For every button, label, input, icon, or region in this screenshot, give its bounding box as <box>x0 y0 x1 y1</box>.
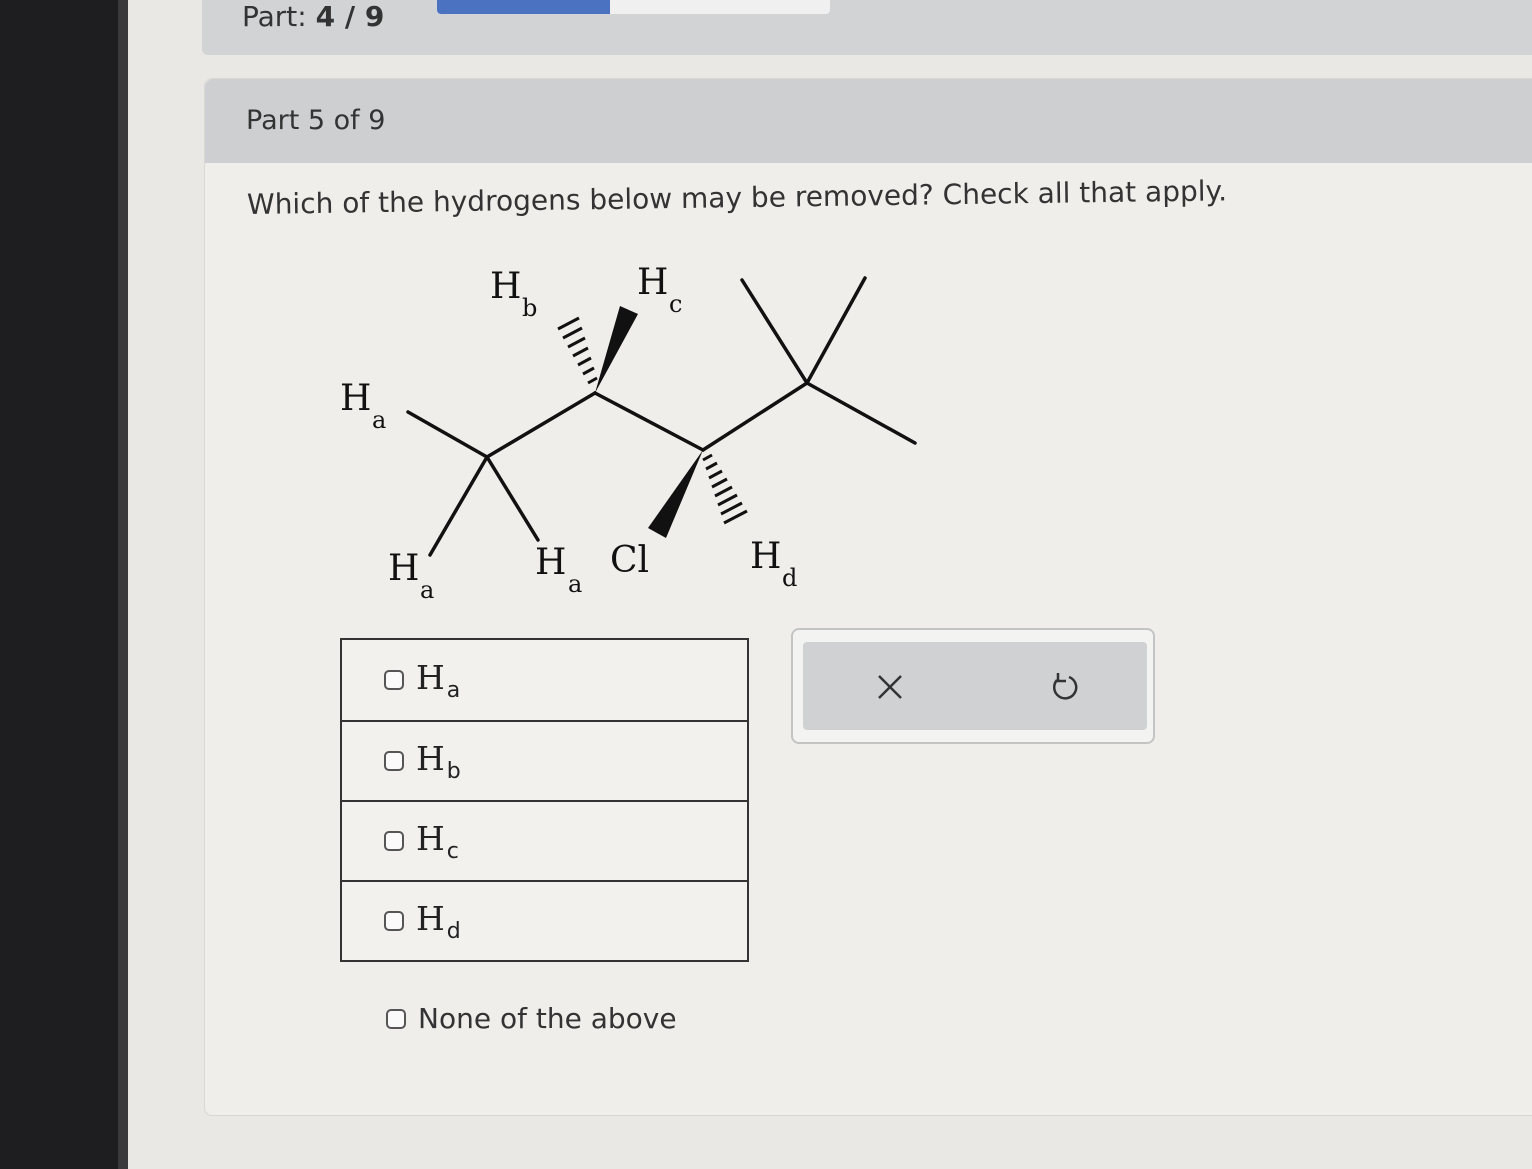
option-hc-sub: c <box>446 838 459 864</box>
bond-c4-methyl-2 <box>805 276 867 385</box>
label-hb-sub: b <box>522 294 537 322</box>
bond-c3-c4 <box>701 381 809 452</box>
option-hd[interactable]: Hd <box>342 880 747 960</box>
option-hc-letter: H <box>416 818 445 858</box>
label-ha-lower-sub: a <box>568 570 582 598</box>
option-hc-label: Hc <box>416 819 459 864</box>
undo-button[interactable] <box>1039 662 1089 712</box>
checkbox-hb[interactable] <box>384 751 404 771</box>
hash-bond-hd <box>702 453 748 525</box>
bond-c1-c2 <box>485 391 597 459</box>
progress-fill <box>437 0 610 14</box>
option-ha-letter: H <box>416 657 445 697</box>
option-none-label: None of the above <box>418 1002 677 1035</box>
label-hc-sub: c <box>669 290 682 318</box>
label-ha-lower-left: H <box>388 548 419 589</box>
part-progress-bar: Part: 4 / 9 <box>202 0 1532 55</box>
card-header: Part 5 of 9 <box>205 79 1532 163</box>
option-ha[interactable]: Ha <box>342 640 747 720</box>
wedge-bond-cl <box>648 450 703 538</box>
label-hb: H <box>490 266 521 307</box>
option-ha-label: Ha <box>416 658 460 703</box>
option-hd-letter: H <box>416 898 445 938</box>
hash-bond-hb <box>557 316 598 385</box>
options-table: Ha Hb Hc Hd <box>340 638 749 962</box>
monitor-bezel <box>0 0 125 1169</box>
part-label-value: 4 / 9 <box>315 0 385 33</box>
option-hd-label: Hd <box>416 899 461 944</box>
molecule-structure: H b H c H a H a H a Cl H d <box>340 262 917 604</box>
option-hb-sub: b <box>446 758 461 784</box>
checkbox-ha[interactable] <box>384 670 404 690</box>
bond-c1-ha-lower-left <box>428 455 489 557</box>
close-icon <box>878 675 902 699</box>
label-hd: H <box>750 536 781 577</box>
option-hd-sub: d <box>446 918 461 944</box>
label-ha-left-sub: a <box>372 406 386 434</box>
option-hb-letter: H <box>416 738 445 778</box>
checkbox-hd[interactable] <box>384 911 404 931</box>
undo-icon <box>1052 673 1078 700</box>
label-ha-lower-left-sub: a <box>420 576 434 604</box>
label-hc: H <box>637 262 668 303</box>
wedge-bond-hc <box>595 306 638 393</box>
answer-tools-panel <box>803 642 1147 730</box>
checkbox-none[interactable] <box>386 1008 406 1029</box>
part-progress-label: Part: 4 / 9 <box>242 0 384 33</box>
option-hb[interactable]: Hb <box>342 720 747 800</box>
bond-c2-c3 <box>593 391 705 452</box>
answer-tools <box>791 628 1155 744</box>
label-ha-lower: H <box>535 542 566 583</box>
label-ha-left: H <box>340 378 371 419</box>
option-ha-sub: a <box>446 677 461 703</box>
bond-c4-methyl-1 <box>740 278 809 385</box>
label-hd-sub: d <box>782 564 797 592</box>
part-label-text: Part: <box>242 0 307 33</box>
clear-button[interactable] <box>865 662 915 712</box>
part-title: Part 5 of 9 <box>246 105 386 136</box>
bond-c1-ha-lower <box>485 455 540 542</box>
progress-track <box>437 0 830 14</box>
bond-ha-c1 <box>406 410 489 459</box>
bond-c4-methyl-3 <box>805 381 917 445</box>
label-cl: Cl <box>610 540 649 581</box>
option-none[interactable]: None of the above <box>386 1002 677 1035</box>
option-hc[interactable]: Hc <box>342 800 747 880</box>
option-hb-label: Hb <box>416 739 461 784</box>
checkbox-hc[interactable] <box>384 831 404 851</box>
